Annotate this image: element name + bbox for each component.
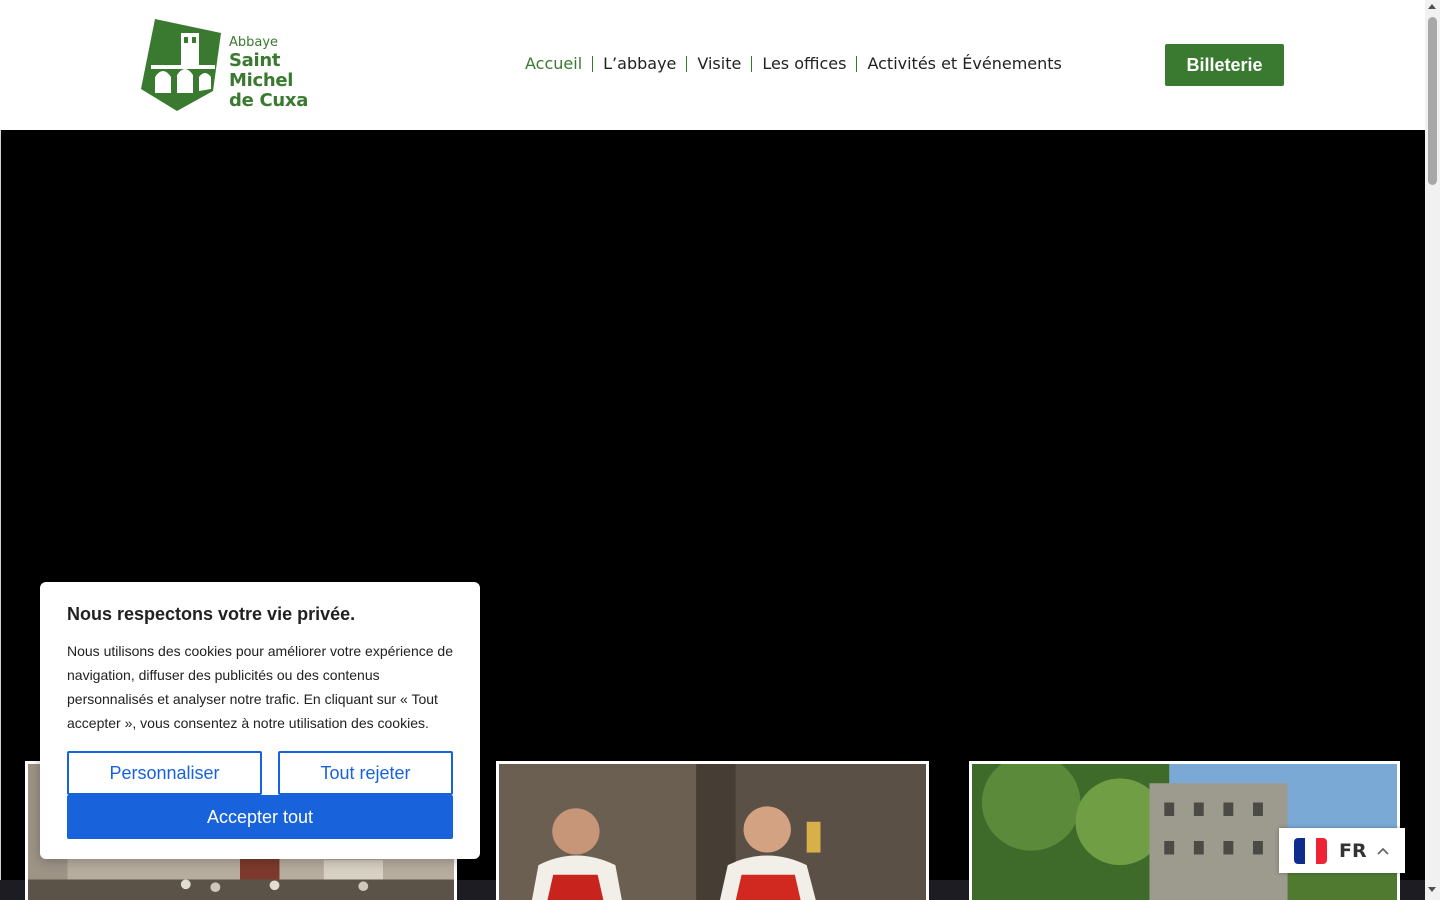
flag-stripe-blue [1294, 837, 1305, 864]
accept-all-button[interactable]: Accepter tout [67, 795, 453, 839]
scrollbar-thumb[interactable] [1428, 17, 1437, 185]
abbey-tower-logo-icon [141, 19, 221, 111]
cookie-title: Nous respectons votre vie privée. [67, 604, 356, 624]
cookie-secondary-actions: Personnaliser Tout rejeter [67, 751, 453, 795]
flag-stripe-red [1316, 837, 1327, 864]
nav-item-offices[interactable]: Les offices [752, 55, 856, 73]
site-logo[interactable]: Abbaye Saint Michel de Cuxa [141, 19, 346, 111]
scroll-down-arrow-icon[interactable] [1428, 887, 1436, 892]
language-code: FR [1339, 839, 1367, 862]
flag-stripe-white [1305, 837, 1316, 864]
logo-line-1: Abbaye [229, 35, 279, 50]
cookie-consent-banner: Nous respectons votre vie privée. Nous u… [40, 582, 480, 859]
page-scrollbar[interactable] [1425, 0, 1440, 900]
photo-card-celebration[interactable] [496, 761, 929, 900]
chevron-up-icon [1376, 844, 1390, 858]
nav-item-activites[interactable]: Activités et Événements [857, 55, 1071, 73]
france-flag-icon [1294, 837, 1327, 864]
page: Abbaye Saint Michel de Cuxa Accueil L’ab… [0, 0, 1440, 900]
customize-button[interactable]: Personnaliser [67, 751, 262, 795]
reject-all-button[interactable]: Tout rejeter [278, 751, 453, 795]
main-nav: Accueil L’abbaye Visite Les offices Acti… [515, 52, 1072, 76]
nav-item-accueil[interactable]: Accueil [515, 55, 592, 73]
cookie-description: Nous utilisons des cookies pour améliore… [67, 643, 453, 731]
language-switcher[interactable]: FR [1279, 828, 1405, 873]
nav-item-visite[interactable]: Visite [687, 55, 751, 73]
logo-wordmark: Abbaye Saint Michel de Cuxa [229, 36, 346, 111]
scroll-up-arrow-icon[interactable] [1428, 4, 1436, 9]
site-header: Abbaye Saint Michel de Cuxa Accueil L’ab… [0, 0, 1425, 130]
logo-line-2: Saint Michel [229, 50, 294, 91]
logo-line-3: de Cuxa [229, 90, 309, 111]
billetterie-button[interactable]: Billeterie [1165, 44, 1284, 86]
photo-priests-image [499, 764, 926, 900]
nav-item-abbaye[interactable]: L’abbaye [593, 55, 686, 73]
